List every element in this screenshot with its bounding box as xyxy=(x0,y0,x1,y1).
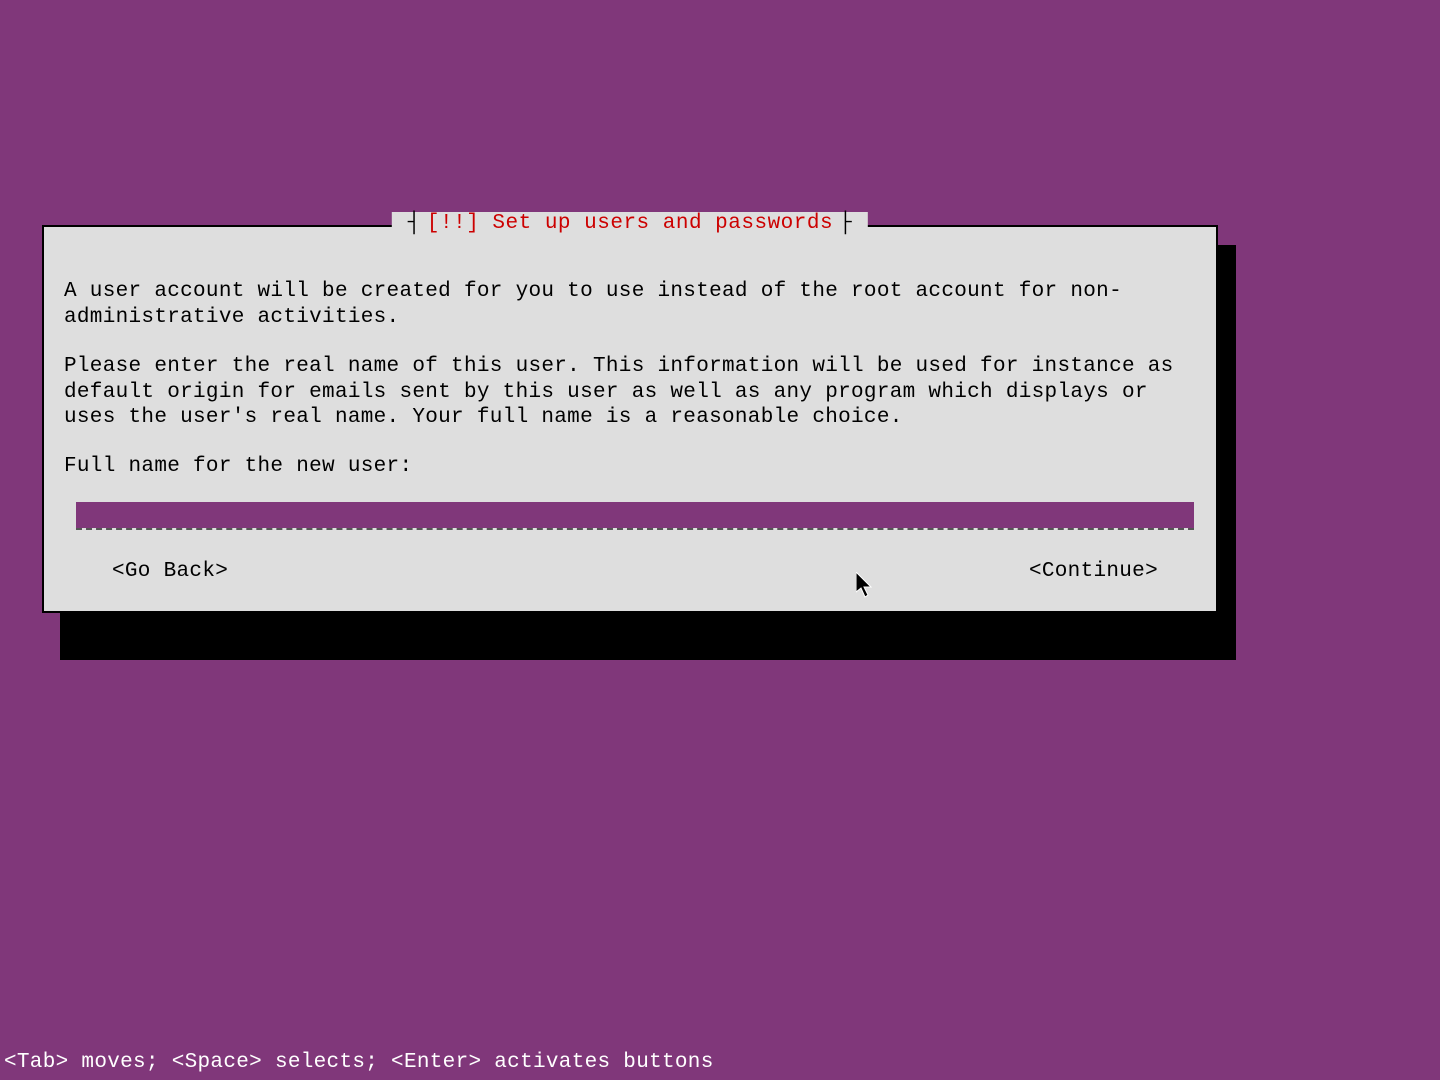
fullname-input-wrap xyxy=(76,502,1194,530)
fullname-label: Full name for the new user: xyxy=(64,455,1196,478)
dialog-button-row: <Go Back> <Continue> xyxy=(64,560,1196,583)
dialog-title: ┤[!!] Set up users and passwords├ xyxy=(392,212,868,235)
fullname-input[interactable] xyxy=(76,502,1194,528)
help-bar: <Tab> moves; <Space> selects; <Enter> ac… xyxy=(4,1051,714,1074)
go-back-button[interactable]: <Go Back> xyxy=(112,560,228,583)
dialog-content: A user account will be created for you t… xyxy=(44,227,1216,611)
installer-dialog: ┤[!!] Set up users and passwords├ A user… xyxy=(42,225,1218,613)
intro-paragraph-1: A user account will be created for you t… xyxy=(64,279,1196,330)
continue-button[interactable]: <Continue> xyxy=(1029,560,1158,583)
intro-paragraph-2: Please enter the real name of this user.… xyxy=(64,354,1196,431)
